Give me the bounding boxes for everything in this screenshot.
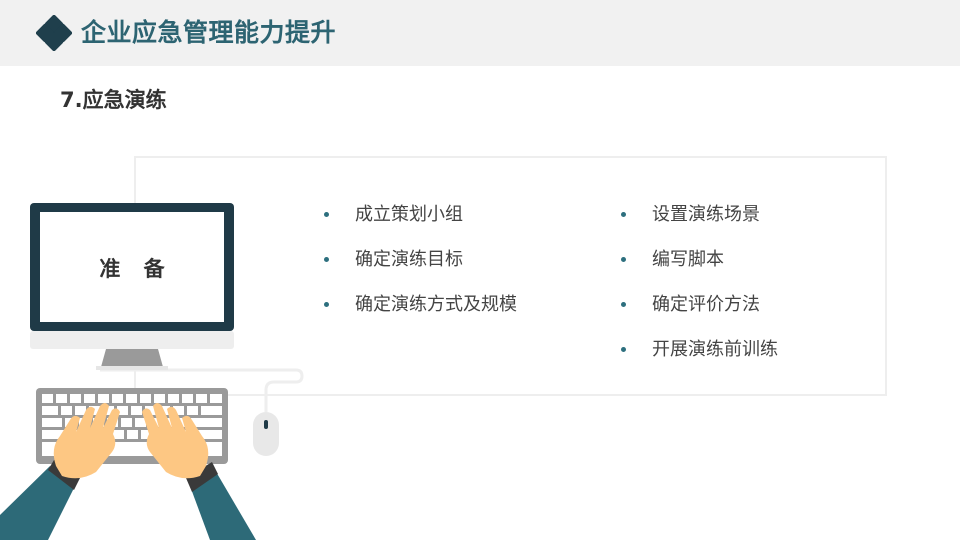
monitor-stand (101, 349, 163, 367)
monitor-chin (30, 331, 234, 349)
list-item-text: 开展演练前训练 (652, 339, 778, 360)
bullet-dot-icon (621, 257, 626, 262)
section-title: 7.应急演练 (60, 88, 167, 112)
right-list: 设置演练场景 编写脚本 确定评价方法 开展演练前训练 (621, 200, 778, 380)
list-item: 设置演练场景 (621, 200, 778, 245)
bullet-dot-icon (621, 347, 626, 352)
list-item: 开展演练前训练 (621, 335, 778, 380)
list-item-text: 编写脚本 (652, 249, 724, 270)
list-item-text: 确定评价方法 (652, 294, 760, 315)
mouse (253, 412, 279, 456)
list-item-text: 设置演练场景 (652, 204, 760, 225)
list-item: 编写脚本 (621, 245, 778, 290)
bullet-dot-icon (324, 257, 329, 262)
list-item-text: 确定演练方式及规模 (355, 294, 517, 315)
diamond-grid-icon (36, 15, 72, 51)
list-item: 成立策划小组 (324, 200, 517, 245)
bullet-dot-icon (324, 302, 329, 307)
list-item: 确定评价方法 (621, 290, 778, 335)
page-title: 企业应急管理能力提升 (81, 18, 337, 47)
monitor-label: 准 备 (99, 257, 173, 281)
bullet-dot-icon (324, 212, 329, 217)
header-bar: 企业应急管理能力提升 (0, 0, 960, 66)
list-item: 确定演练方式及规模 (324, 290, 517, 335)
list-item-text: 成立策划小组 (355, 204, 463, 225)
left-list: 成立策划小组 确定演练目标 确定演练方式及规模 (324, 200, 517, 335)
list-item-text: 确定演练目标 (355, 249, 463, 270)
bullet-dot-icon (621, 302, 626, 307)
list-item: 确定演练目标 (324, 245, 517, 290)
bullet-dot-icon (621, 212, 626, 217)
